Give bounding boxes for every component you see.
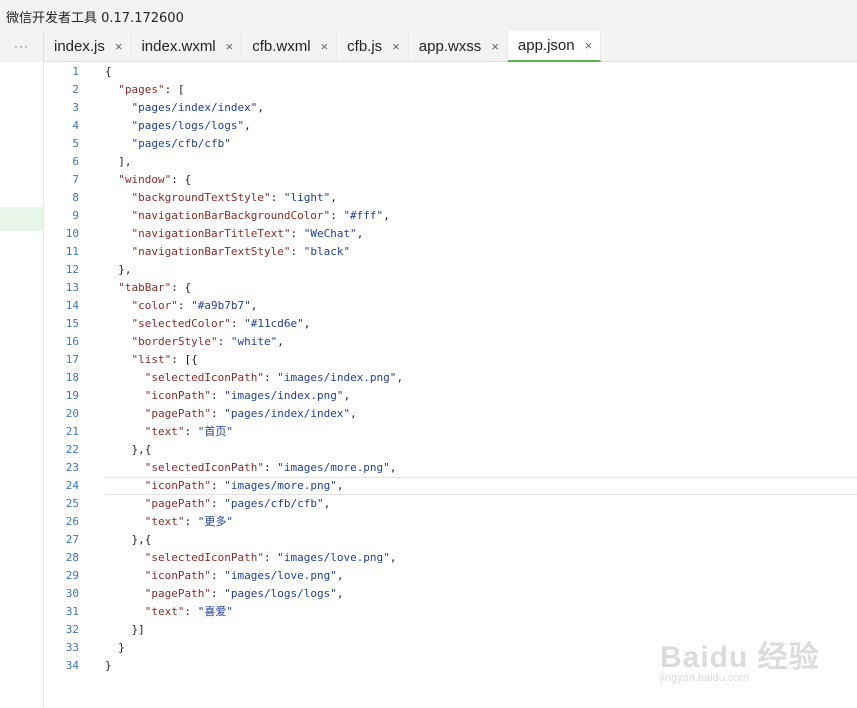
code-line[interactable]: }: [105, 657, 112, 675]
line-number: 22: [65, 443, 79, 456]
code-line[interactable]: "selectedIconPath": "images/love.png",: [105, 549, 397, 567]
tab-index-js[interactable]: index.js ×: [44, 31, 132, 62]
tab-app-wxss[interactable]: app.wxss ×: [409, 31, 508, 62]
line-number: 33: [65, 641, 79, 654]
line-number: 27: [65, 533, 79, 546]
line-number: 11: [65, 245, 79, 258]
tab-list: index.js × index.wxml × cfb.wxml × cfb.js × app.…: [44, 31, 602, 62]
tab-app-json[interactable]: app.json ×: [507, 31, 602, 62]
editor-tab-bar: ··· index.js × index.wxml × cfb.wxml × cfb.js ×…: [0, 31, 857, 62]
line-number: 26: [65, 515, 79, 528]
watermark-url: jingyan.baidu.com: [660, 672, 749, 684]
line-number: 4: [72, 119, 79, 132]
code-line[interactable]: {: [105, 63, 112, 81]
code-line[interactable]: "pagePath": "pages/cfb/cfb",: [105, 495, 330, 513]
line-number: 12: [65, 263, 79, 276]
tab-label: app.wxss: [418, 38, 482, 55]
close-icon[interactable]: ×: [392, 39, 400, 54]
code-line[interactable]: "tabBar": {: [105, 279, 191, 297]
code-line[interactable]: "text": "更多": [105, 513, 233, 531]
line-number: 8: [72, 191, 79, 204]
line-number: 29: [65, 569, 79, 582]
code-line[interactable]: "pages/index/index",: [105, 99, 264, 117]
line-number: 19: [65, 389, 79, 402]
tab-label: cfb.js: [347, 38, 383, 55]
code-line[interactable]: },{: [105, 531, 151, 549]
code-line[interactable]: "pagePath": "pages/index/index",: [105, 405, 357, 423]
line-number: 18: [65, 371, 79, 384]
line-number: 23: [65, 461, 79, 474]
code-line[interactable]: "list": [{: [105, 351, 198, 369]
line-number: 9: [72, 209, 79, 222]
code-line[interactable]: "color": "#a9b7b7",: [105, 297, 258, 315]
line-number: 5: [72, 137, 79, 150]
code-line[interactable]: "pages": [: [105, 81, 184, 99]
gutter-highlight: [0, 207, 43, 231]
line-number: 10: [65, 227, 79, 240]
close-icon[interactable]: ×: [115, 39, 123, 54]
line-number: 28: [65, 551, 79, 564]
more-tabs-button[interactable]: ···: [0, 31, 44, 62]
code-line[interactable]: "navigationBarTextStyle": "black": [105, 243, 351, 261]
code-line[interactable]: "iconPath": "images/more.png",: [105, 477, 344, 495]
code-line[interactable]: ],: [105, 153, 131, 171]
tab-label: index.wxml: [141, 38, 216, 55]
close-icon[interactable]: ×: [585, 38, 593, 53]
line-number: 15: [65, 317, 79, 330]
code-line[interactable]: "window": {: [105, 171, 191, 189]
code-line[interactable]: "navigationBarTitleText": "WeChat",: [105, 225, 364, 243]
code-line[interactable]: "text": "喜爱": [105, 603, 233, 621]
line-number: 13: [65, 281, 79, 294]
code-line[interactable]: },: [105, 261, 131, 279]
code-line[interactable]: "pagePath": "pages/logs/logs",: [105, 585, 344, 603]
line-number: 34: [65, 659, 79, 672]
code-line[interactable]: "backgroundTextStyle": "light",: [105, 189, 337, 207]
close-icon[interactable]: ×: [321, 39, 329, 54]
line-number: 6: [72, 155, 79, 168]
line-number: 30: [65, 587, 79, 600]
tab-label: app.json: [517, 37, 575, 54]
code-line[interactable]: "borderStyle": "white",: [105, 333, 284, 351]
code-line[interactable]: "selectedIconPath": "images/more.png",: [105, 459, 397, 477]
code-line[interactable]: "navigationBarBackgroundColor": "#fff",: [105, 207, 390, 225]
watermark-brand: Baidu 经验: [660, 641, 820, 674]
line-number: 17: [65, 353, 79, 366]
line-number: 7: [72, 173, 79, 186]
code-line[interactable]: "pages/cfb/cfb": [105, 135, 231, 153]
code-line[interactable]: }: [105, 639, 125, 657]
window-title: 微信开发者工具 0.17.172600: [6, 11, 184, 26]
code-line[interactable]: "iconPath": "images/love.png",: [105, 567, 344, 585]
code-line[interactable]: "selectedIconPath": "images/index.png",: [105, 369, 403, 387]
tab-label: cfb.wxml: [252, 38, 311, 55]
close-icon[interactable]: ×: [491, 39, 499, 54]
code-line[interactable]: },{: [105, 441, 151, 459]
tab-index-wxml[interactable]: index.wxml ×: [131, 31, 243, 62]
code-line[interactable]: }]: [105, 621, 144, 639]
code-line[interactable]: "pages/logs/logs",: [105, 117, 251, 135]
line-number: 20: [65, 407, 79, 420]
title-bar: 微信开发者工具 0.17.172600: [0, 0, 857, 31]
line-number: 25: [65, 497, 79, 510]
tab-cfb-wxml[interactable]: cfb.wxml ×: [242, 31, 338, 62]
line-number: 16: [65, 335, 79, 348]
code-line[interactable]: "iconPath": "images/index.png",: [105, 387, 350, 405]
line-number: 32: [65, 623, 79, 636]
line-number: 14: [65, 299, 79, 312]
line-number: 31: [65, 605, 79, 618]
line-number: 24: [65, 479, 79, 492]
close-icon[interactable]: ×: [226, 39, 234, 54]
code-line[interactable]: "selectedColor": "#11cd6e",: [105, 315, 311, 333]
line-number: 3: [72, 101, 79, 114]
line-number: 21: [65, 425, 79, 438]
line-number: 1: [72, 65, 79, 78]
tab-label: index.js: [54, 38, 105, 55]
baidu-watermark: Baidu 经验 jingyan.baidu.com: [650, 612, 830, 702]
tab-cfb-js[interactable]: cfb.js ×: [337, 31, 409, 62]
side-gutter: [0, 62, 44, 708]
code-line[interactable]: "text": "首页": [105, 423, 233, 441]
line-number: 2: [72, 83, 79, 96]
